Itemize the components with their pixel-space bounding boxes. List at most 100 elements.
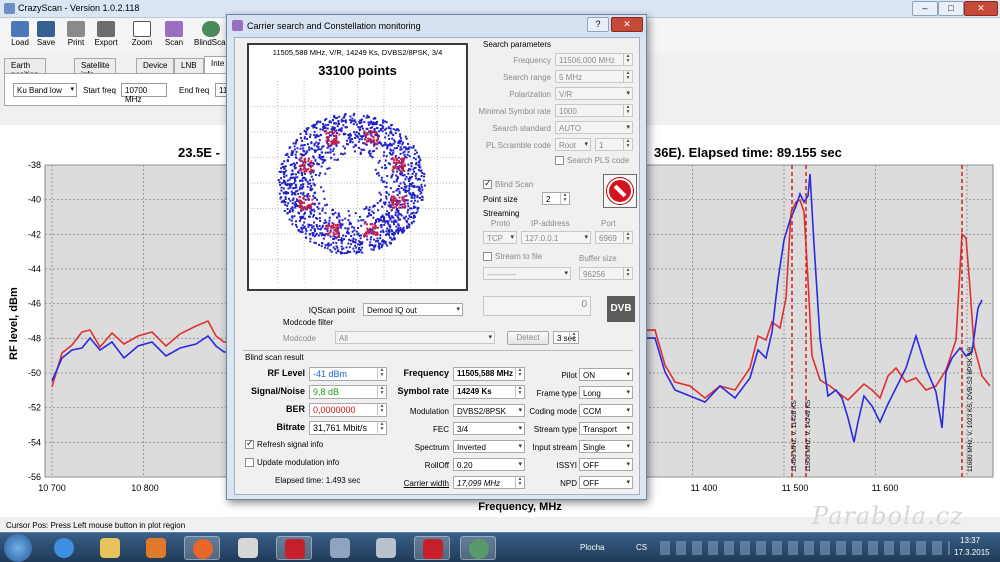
pl-scramble-mode-select[interactable]: Root ▾ bbox=[555, 138, 591, 151]
search-frequency-input[interactable]: 11506,000 MHz ▲ ▼ bbox=[555, 53, 633, 66]
search-pls-label: Search PLS code bbox=[567, 156, 630, 165]
taskbar-firefox[interactable] bbox=[184, 536, 220, 560]
chevron-down-icon: ▾ bbox=[626, 479, 630, 486]
chevron-down-icon: ▾ bbox=[626, 124, 630, 131]
dialog-title-bar[interactable]: Carrier search and Constellation monitor… bbox=[227, 15, 646, 37]
blindscan-button[interactable]: BlindScan bbox=[194, 20, 230, 52]
search-range-input[interactable]: 5 MHz ▲ ▼ bbox=[555, 70, 633, 83]
chevron-down-icon: ▾ bbox=[518, 407, 522, 414]
tab-lnb[interactable]: LNB bbox=[174, 58, 204, 73]
dialog-close-button[interactable]: ✕ bbox=[611, 17, 643, 32]
taskbar-network[interactable] bbox=[322, 536, 358, 560]
divider bbox=[243, 350, 633, 351]
desktop-toolbar-label[interactable]: Plocha bbox=[580, 543, 604, 552]
language-indicator[interactable]: CS bbox=[636, 543, 647, 552]
signal-noise-text: 9,8 dB bbox=[313, 387, 340, 397]
proto-select[interactable]: TCP ▾ bbox=[483, 231, 517, 244]
rolloff-select[interactable]: 0.20 ▾ bbox=[453, 458, 525, 471]
search-standard-value: AUTO bbox=[559, 124, 582, 133]
minimize-button[interactable]: – bbox=[912, 1, 938, 16]
close-button[interactable]: ✕ bbox=[964, 1, 998, 16]
packet-counter: 0 bbox=[483, 296, 591, 316]
taskbar-media[interactable] bbox=[138, 536, 174, 560]
network-icon bbox=[330, 538, 350, 558]
issyi-select[interactable]: OFF ▾ bbox=[579, 458, 633, 471]
result-frequency-label: Frequency bbox=[403, 368, 449, 378]
taskbar-w-app[interactable] bbox=[276, 536, 312, 560]
clock-date[interactable]: 17.3.2015 bbox=[954, 548, 990, 557]
detect-interval-input[interactable]: 3 sec ▲ ▼ bbox=[553, 331, 579, 344]
stream-to-file-checkbox[interactable] bbox=[483, 252, 492, 261]
taskbar-crazyscan[interactable] bbox=[460, 536, 496, 560]
min-symbol-rate-input[interactable]: 1000 ▲ ▼ bbox=[555, 104, 633, 117]
maximize-button[interactable]: □ bbox=[938, 1, 964, 16]
start-freq-input[interactable]: 10700 MHz bbox=[121, 83, 167, 104]
input-stream-select[interactable]: Single ▾ bbox=[579, 440, 633, 453]
carrier-search-dialog: Carrier search and Constellation monitor… bbox=[226, 14, 647, 500]
result-frequency-text: 11505,588 MHz bbox=[457, 369, 514, 378]
tab-device[interactable]: Device bbox=[136, 58, 175, 73]
issyi-label: ISSYI bbox=[556, 461, 577, 470]
iqscan-point-select[interactable]: Demod IQ out ▾ bbox=[363, 303, 463, 316]
taskbar-calculator[interactable] bbox=[368, 536, 404, 560]
refresh-signal-label: Refresh signal info bbox=[257, 440, 324, 449]
start-button[interactable] bbox=[4, 534, 32, 562]
tab-earth-position[interactable]: Earth position bbox=[4, 58, 46, 79]
tray-icons[interactable] bbox=[660, 541, 950, 555]
npd-select[interactable]: OFF ▾ bbox=[579, 476, 633, 489]
spinner-icon: ▲ ▼ bbox=[569, 332, 578, 343]
stream-to-file-label: Stream to file bbox=[495, 252, 543, 261]
taskbar-explorer[interactable] bbox=[92, 536, 128, 560]
blind-scan-label: Blind Scan bbox=[495, 180, 534, 189]
y-tick-label: -48 bbox=[28, 333, 41, 343]
export-button[interactable]: Export bbox=[90, 20, 122, 52]
elapsed-time: Elapsed time: 1.493 sec bbox=[275, 476, 361, 485]
spinner-icon: ▲ ▼ bbox=[377, 368, 386, 379]
magnifier-icon bbox=[133, 21, 151, 37]
polarization-label: Polarization bbox=[509, 90, 551, 99]
print-button[interactable]: Print bbox=[60, 20, 92, 52]
chevron-down-icon: ▾ bbox=[626, 389, 630, 396]
modcode-select[interactable]: All ▾ bbox=[335, 331, 495, 344]
search-pls-checkbox[interactable] bbox=[555, 156, 564, 165]
modcode-filter-header: Modcode filter bbox=[283, 318, 334, 327]
refresh-signal-checkbox[interactable] bbox=[245, 438, 254, 449]
issyi-value: OFF bbox=[583, 461, 599, 470]
detect-button[interactable]: Detect bbox=[507, 331, 549, 345]
stop-button[interactable] bbox=[603, 174, 637, 208]
bitrate-value: 31,761 Mbit/s ▲ ▼ bbox=[309, 421, 387, 435]
taskbar-paint[interactable] bbox=[230, 536, 266, 560]
scan-button[interactable]: Scan bbox=[158, 20, 190, 52]
carrier-width-value: 17,099 MHz ▲ ▼ bbox=[453, 476, 525, 489]
scan-icon bbox=[232, 20, 243, 31]
tab-satellite-info[interactable]: Satellite info bbox=[74, 58, 117, 79]
point-size-input[interactable]: 2 ▲ ▼ bbox=[542, 192, 570, 205]
taskbar-ie[interactable] bbox=[46, 536, 82, 560]
calculator-icon bbox=[376, 538, 396, 558]
save-button[interactable]: Save bbox=[30, 20, 62, 52]
pilot-select[interactable]: ON ▾ bbox=[579, 368, 633, 381]
buffer-size-input[interactable]: 96256 ▲ ▼ bbox=[579, 267, 633, 280]
blind-scan-checkbox[interactable] bbox=[483, 178, 492, 189]
modulation-select[interactable]: DVBS2/8PSK ▾ bbox=[453, 404, 525, 417]
help-button[interactable]: ? bbox=[587, 17, 609, 32]
polarization-select[interactable]: V/R ▾ bbox=[555, 87, 633, 100]
stream-type-select[interactable]: Transport ▾ bbox=[579, 422, 633, 435]
coding-mode-select[interactable]: CCM ▾ bbox=[579, 404, 633, 417]
clock-time[interactable]: 13:37 bbox=[960, 536, 980, 545]
rolloff-value: 0.20 bbox=[457, 461, 473, 470]
band-select[interactable]: Ku Band low ▾ bbox=[13, 83, 77, 97]
update-modulation-checkbox[interactable] bbox=[245, 458, 254, 467]
frame-type-select[interactable]: Long ▾ bbox=[579, 386, 633, 399]
port-input[interactable]: 6969 ▲ ▼ bbox=[595, 231, 633, 244]
pl-scramble-code-input[interactable]: 1 ▲ ▼ bbox=[595, 138, 633, 151]
carrier-width-label[interactable]: Carrier width bbox=[385, 479, 449, 488]
zoom-button[interactable]: Zoom bbox=[126, 20, 158, 52]
export-label: Export bbox=[94, 38, 118, 47]
ip-address-input[interactable]: 127.0.0.1 ▾ bbox=[521, 231, 591, 244]
spectrum-select[interactable]: Inverted ▾ bbox=[453, 440, 525, 453]
fec-select[interactable]: 3/4 ▾ bbox=[453, 422, 525, 435]
stream-file-select[interactable]: ----------- ▾ bbox=[483, 267, 571, 280]
search-standard-select[interactable]: AUTO ▾ bbox=[555, 121, 633, 134]
taskbar-acrobat[interactable] bbox=[414, 536, 450, 560]
